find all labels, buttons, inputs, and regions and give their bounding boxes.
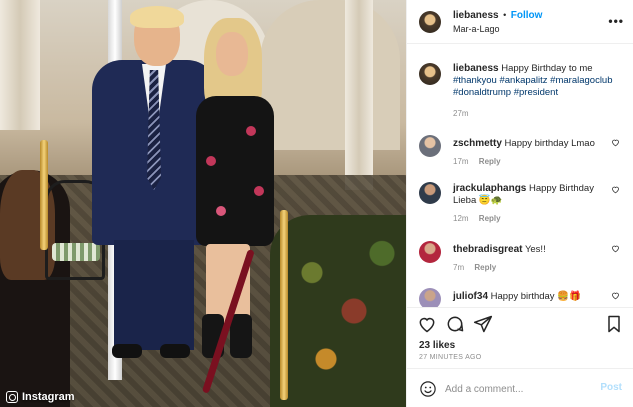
stanchion-post [280, 210, 288, 400]
heart-icon[interactable] [417, 314, 437, 334]
add-comment-bar: Post [407, 368, 633, 407]
heart-icon[interactable] [611, 138, 620, 147]
comment-item: jrackulaphangs Happy Birthday Lieba 😇🐢 1… [407, 182, 633, 234]
follow-button[interactable]: Follow [511, 10, 543, 21]
avatar[interactable] [419, 288, 441, 307]
bookmark-icon[interactable] [604, 314, 624, 334]
caption-text: Happy Birthday to me [501, 63, 593, 74]
background-column [345, 0, 373, 190]
caption: liebaness Happy Birthday to me #thankyou… [407, 63, 633, 133]
comment-username[interactable]: zschmetty [453, 138, 502, 149]
location-link[interactable]: Mar-a-Lago [453, 24, 500, 34]
more-horizontal-icon[interactable]: ••• [608, 14, 624, 28]
reply-button[interactable]: Reply [479, 157, 501, 166]
background-column [0, 0, 40, 130]
author-username[interactable]: liebaness [453, 10, 499, 21]
heart-icon[interactable] [611, 244, 620, 253]
post-button[interactable]: Post [600, 382, 622, 393]
instagram-watermark: Instagram [6, 391, 75, 403]
flower-bed [270, 215, 406, 407]
avatar[interactable] [419, 182, 441, 204]
comment-username[interactable]: thebradisgreat [453, 244, 522, 255]
avatar[interactable] [419, 135, 441, 157]
emoji-icon[interactable] [419, 380, 437, 398]
comment-text: Happy birthday 🍔🎁 [490, 291, 581, 302]
comment-username[interactable]: jrackulaphangs [453, 183, 526, 194]
comment-time: 17m [453, 157, 469, 166]
comment-username[interactable]: juliof34 [453, 291, 488, 302]
reply-button[interactable]: Reply [479, 214, 501, 223]
likes-count[interactable]: 23 likes [419, 340, 455, 351]
comment-icon[interactable] [445, 314, 465, 334]
separator-dot: • [503, 10, 507, 20]
background-arch [260, 0, 400, 150]
stanchion-post [40, 140, 48, 250]
comment-item: thebradisgreat Yes!! 7m Reply [407, 241, 633, 281]
post-header: liebaness • Follow Mar-a-Lago ••• [407, 0, 633, 44]
comment-text: Happy birthday Lmao [504, 138, 595, 149]
comment-time: 7m [453, 263, 465, 272]
comment-item: juliof34 Happy birthday 🍔🎁 [407, 288, 633, 307]
avatar[interactable] [419, 11, 441, 33]
avatar[interactable] [419, 241, 441, 263]
comment-item: zschmetty Happy birthday Lmao 17m Reply [407, 135, 633, 175]
caption-time: 27m [453, 109, 469, 118]
post-photo[interactable]: Instagram [0, 0, 406, 407]
post-timestamp: 27 MINUTES AGO [419, 354, 482, 361]
comment-text: Yes!! [524, 244, 546, 255]
caption-username[interactable]: liebaness [453, 63, 499, 74]
action-bar: 23 likes 27 MINUTES AGO [407, 307, 633, 367]
watermark-text: Instagram [22, 391, 75, 403]
reply-button[interactable]: Reply [474, 263, 496, 272]
caption-hashtags[interactable]: #thankyou #ankapalitz #maralagoclub #don… [453, 75, 613, 98]
comments-list: liebaness Happy Birthday to me #thankyou… [407, 45, 633, 307]
avatar[interactable] [419, 63, 441, 85]
share-icon[interactable] [473, 314, 493, 334]
comment-input[interactable] [445, 380, 585, 398]
post-side-panel: liebaness • Follow Mar-a-Lago ••• lieban… [406, 0, 633, 407]
instagram-icon [6, 391, 18, 403]
heart-icon[interactable] [611, 291, 620, 300]
comment-time: 12m [453, 214, 469, 223]
heart-icon[interactable] [611, 185, 620, 194]
